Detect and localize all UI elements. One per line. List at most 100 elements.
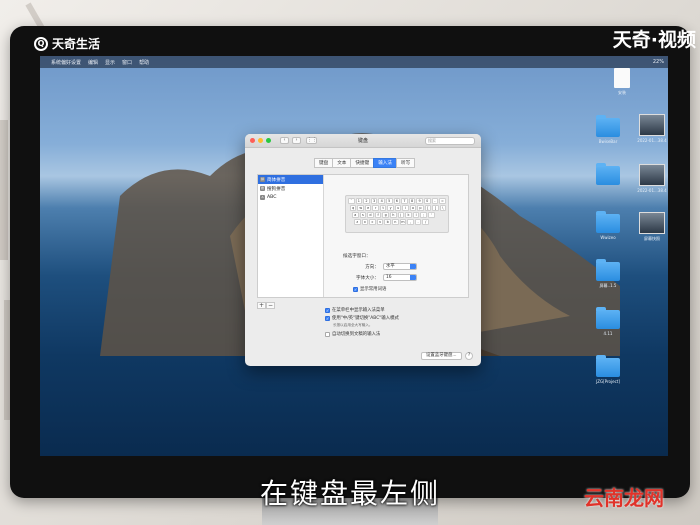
keyboard-row: q w e r t y u i o p[] \ xyxy=(348,205,447,211)
keyboard-key: 0 xyxy=(423,198,431,204)
desktop-icon-label: BwiseBar xyxy=(598,139,618,144)
title-bar[interactable]: ‹ › ⋮⋮ 键盘 搜索 xyxy=(245,134,481,148)
keyboard-row: z x c v b n m,. / xyxy=(348,219,446,225)
brand-watermark: 云南龙网 xyxy=(584,486,664,510)
desktop-icon[interactable]: JZG[Project] xyxy=(592,355,624,384)
zoom-button[interactable] xyxy=(266,138,271,143)
desktop-icon[interactable]: BwiseBar xyxy=(592,115,624,144)
keyboard-key: e xyxy=(364,205,372,211)
menu-item-app[interactable]: 系统偏好设置 xyxy=(51,59,81,66)
tab-shortcuts[interactable]: 快捷键 xyxy=(350,158,375,168)
keyboard-key: n xyxy=(391,219,399,225)
add-input-source-button[interactable]: + xyxy=(257,302,266,309)
battery-status[interactable]: 22% xyxy=(653,59,664,65)
menu-item-help[interactable]: 帮助 xyxy=(139,59,149,66)
keyboard-key: v xyxy=(376,219,384,225)
desktop-icon-label: 屏幕..1.5 xyxy=(599,283,617,288)
watermark-left-text: 天奇生活 xyxy=(52,37,101,51)
desktop-icon[interactable]: 屏幕快照 xyxy=(636,212,668,242)
keyboard-key: 2 xyxy=(363,198,370,204)
tab-keyboard[interactable]: 键盘 xyxy=(314,158,334,168)
desktop-icon[interactable]: Wwizeo xyxy=(592,211,624,240)
keyboard-key: 6 xyxy=(393,198,401,204)
folder-icon xyxy=(596,259,620,281)
keyboard-key: / xyxy=(422,219,429,225)
screenshot-thumbnail-icon xyxy=(639,114,665,136)
desktop-icon-label: 屏幕快照 xyxy=(644,236,660,241)
room-stripe xyxy=(0,120,8,260)
keyboard-row: a s d f g h j k l; ' xyxy=(348,212,446,218)
keyboard-key: c xyxy=(369,219,376,225)
remove-input-source-button[interactable]: − xyxy=(266,302,275,309)
input-source-label: 搜狗拼音 xyxy=(267,186,286,192)
desktop-icon-label: 2022-01...38.4 xyxy=(637,188,667,193)
input-sources-pane: 拼 简体拼音 搜 搜狗拼音 A ABC ` 1 2 3 4 5 6 7 8 9 0- = q w e r t y u… xyxy=(257,174,469,298)
desktop-icon[interactable] xyxy=(592,163,624,185)
show-all-grid-icon[interactable]: ⋮⋮ xyxy=(306,137,317,144)
search-input[interactable]: 搜索 xyxy=(425,137,475,145)
use-caps-checkbox-row[interactable]: ✓ 使用"中/英"键切换"ABC"输入模式 xyxy=(325,315,399,321)
menu-item-edit[interactable]: 编辑 xyxy=(88,59,98,66)
use-caps-note: 长按以启用全大写输入。 xyxy=(333,323,373,327)
tab-input-sources[interactable]: 输入法 xyxy=(373,158,397,168)
folder-icon xyxy=(596,211,620,233)
show-menu-label: 在菜单栏中显示输入法菜单 xyxy=(332,308,385,313)
show-menu-checkbox[interactable]: ✓ xyxy=(325,307,330,313)
keyboard-key: ] xyxy=(432,205,439,211)
desktop-icon-label: 4.11 xyxy=(603,331,613,336)
input-source-icon: A xyxy=(260,195,265,200)
orientation-select[interactable]: 水平 xyxy=(383,263,417,270)
input-source-item[interactable]: 搜 搜狗拼音 xyxy=(258,184,323,193)
desktop-icon[interactable]: 2022-01...38.4 xyxy=(636,114,668,143)
desktop-icon[interactable]: 屏幕..1.5 xyxy=(592,259,624,289)
screenshot-thumbnail-icon xyxy=(639,164,665,186)
font-size-select[interactable]: 16 xyxy=(383,274,417,281)
keyboard-key: m xyxy=(399,219,407,225)
input-source-label: ABC xyxy=(267,195,277,200)
desktop-icon[interactable]: 安装 xyxy=(606,68,638,96)
input-source-item[interactable]: 拼 简体拼音 xyxy=(258,175,323,184)
close-button[interactable] xyxy=(250,138,255,143)
keyboard-key: = xyxy=(439,198,446,204)
keyboard-key: 4 xyxy=(378,198,385,204)
keyboard-key: f xyxy=(374,212,382,218)
keyboard-key: s xyxy=(359,212,367,218)
input-source-icon: 拼 xyxy=(260,177,265,182)
keyboard-key: 3 xyxy=(370,198,378,204)
add-remove-controls: + − xyxy=(257,302,275,309)
watermark-right: 天奇·视频 xyxy=(612,29,696,51)
keyboard-key: z xyxy=(354,219,361,225)
keyboard-key: 7 xyxy=(401,198,408,204)
back-button[interactable]: ‹ xyxy=(280,137,289,144)
keyboard-key: . xyxy=(414,219,422,225)
input-source-item[interactable]: A ABC xyxy=(258,193,323,202)
show-phrases-checkbox[interactable]: ✓ xyxy=(353,286,358,292)
show-phrases-checkbox-row[interactable]: ✓ 显示常用词语 xyxy=(353,286,386,292)
use-caps-checkbox[interactable]: ✓ xyxy=(325,315,330,321)
keyboard-row: ` 1 2 3 4 5 6 7 8 9 0- = xyxy=(348,198,446,204)
keyboard-preview: ` 1 2 3 4 5 6 7 8 9 0- = q w e r t y u i o p[] \ a s d f g h j k l; ' z x c… xyxy=(345,195,449,233)
input-source-icon: 搜 xyxy=(260,186,265,191)
orientation-row: 方向： 水平 xyxy=(349,263,417,270)
forward-button[interactable]: › xyxy=(292,137,301,144)
auto-switch-checkbox-row[interactable]: 自动切换到文稿的输入法 xyxy=(325,331,380,337)
auto-switch-label: 自动切换到文稿的输入法 xyxy=(332,332,381,337)
setup-bluetooth-keyboard-button[interactable]: 设置蓝牙键盘... xyxy=(421,352,462,360)
watermark-logo-icon: Q xyxy=(34,36,48,51)
minimize-button[interactable] xyxy=(258,138,263,143)
desktop-icon[interactable]: 2022-01...38.4 xyxy=(636,164,668,193)
keyboard-key: w xyxy=(357,205,364,211)
menu-item-window[interactable]: 窗口 xyxy=(122,59,132,66)
show-menu-checkbox-row[interactable]: ✓ 在菜单栏中显示输入法菜单 xyxy=(325,307,385,313)
tab-dictation[interactable]: 听写 xyxy=(396,158,416,168)
keyboard-key: 1 xyxy=(355,198,363,204)
keyboard-key: h xyxy=(389,212,397,218)
desktop-icon[interactable]: 4.11 xyxy=(592,307,624,336)
keyboard-key: j xyxy=(397,212,405,218)
help-button[interactable]: ? xyxy=(465,352,473,360)
tab-text[interactable]: 文本 xyxy=(332,158,352,168)
keyboard-key: 8 xyxy=(408,198,416,204)
auto-switch-checkbox[interactable] xyxy=(325,331,330,337)
keyboard-key: p xyxy=(417,205,424,211)
menu-item-view[interactable]: 显示 xyxy=(105,59,115,66)
